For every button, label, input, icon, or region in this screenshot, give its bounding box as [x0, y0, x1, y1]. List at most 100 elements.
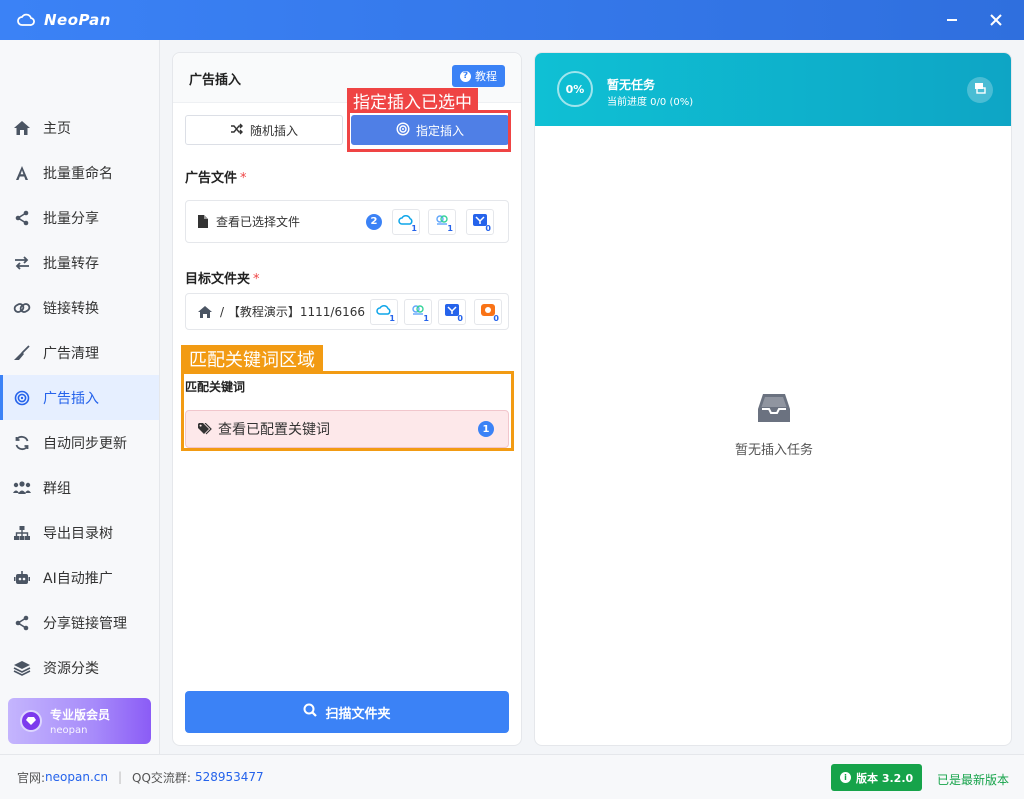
ad-file-text: 查看已选择文件 — [216, 215, 301, 229]
share-icon — [12, 208, 32, 228]
cloud-drive-c-button[interactable]: 0 — [466, 208, 494, 235]
sidebar-item-auto-sync[interactable]: 自动同步更新 — [0, 420, 159, 465]
target-icon — [12, 388, 32, 408]
sidebar-item-ad-clean[interactable]: 广告清理 — [0, 330, 159, 375]
eraser-icon — [974, 82, 986, 98]
cloud-drive-d-button[interactable]: 0 — [474, 298, 502, 325]
cloud-drive-a-button[interactable]: 1 — [392, 208, 420, 235]
sidebar-item-share-manage[interactable]: 分享链接管理 — [0, 600, 159, 645]
footer-divider: | — [117, 770, 123, 784]
task-progress-text: 当前进度 0/0 (0%) — [607, 97, 694, 108]
sidebar-item-ai-promo[interactable]: AI自动推广 — [0, 555, 159, 600]
sidebar-item-label: 自动同步更新 — [43, 435, 127, 452]
sidebar-item-label: AI自动推广 — [43, 570, 113, 587]
cloud-logo-icon — [16, 10, 36, 30]
cloud-count: 0 — [493, 313, 499, 323]
ad-file-label: 广告文件 * — [185, 167, 247, 186]
sidebar-item-batch-rename[interactable]: 批量重命名 — [0, 150, 159, 195]
sidebar-item-ad-insert[interactable]: 广告插入 — [0, 375, 159, 420]
ad-file-label-text: 广告文件 — [185, 171, 238, 186]
target-folder-path: / 【教程演示】1111/6166 — [220, 305, 365, 319]
cloud-drive-b-button[interactable]: 1 — [404, 298, 432, 325]
sidebar-item-link-convert[interactable]: 链接转换 — [0, 285, 159, 330]
cloud-count: 0 — [457, 313, 463, 323]
tutorial-button[interactable]: ? 教程 — [452, 65, 505, 87]
sidebar-item-label: 批量重命名 — [43, 165, 113, 182]
annotation-keyword-area: 匹配关键词区域 — [181, 345, 323, 372]
home-icon — [198, 305, 214, 319]
sitemap-icon — [12, 523, 32, 543]
version-badge[interactable]: i 版本 3.2.0 — [831, 764, 923, 791]
annotation-orange-box — [181, 371, 514, 451]
task-header: 0% 暂无任务 当前进度 0/0 (0%) — [535, 53, 1011, 126]
required-mark: * — [253, 272, 260, 287]
font-icon — [12, 163, 32, 183]
target-folder-label: 目标文件夹 * — [185, 268, 260, 287]
tutorial-label: 教程 — [475, 70, 497, 83]
ad-file-selector[interactable]: 查看已选择文件 2 1 1 0 — [185, 200, 509, 243]
cloud-drive-c-button[interactable]: 0 — [438, 298, 466, 325]
app-title: NeoPan — [44, 11, 111, 29]
inbox-icon — [757, 393, 791, 427]
sidebar-item-label: 广告插入 — [43, 390, 99, 407]
qq-link[interactable]: 528953477 — [195, 770, 264, 784]
target-folder-selector[interactable]: / 【教程演示】1111/6166 1 1 0 0 — [185, 293, 509, 330]
annotation-red-box — [347, 110, 511, 152]
footer: 官网: neopan.cn | QQ交流群: 528953477 i 版本 3.… — [0, 754, 1024, 799]
annotation-fixed-selected: 指定插入已选中 — [347, 88, 478, 113]
clear-tasks-button[interactable] — [967, 77, 993, 103]
required-mark: * — [240, 171, 247, 186]
sidebar-item-resource-category[interactable]: 资源分类 — [0, 645, 159, 690]
sidebar-item-batch-share[interactable]: 批量分享 — [0, 195, 159, 240]
cloud-drive-b-button[interactable]: 1 — [428, 208, 456, 235]
scan-folder-button[interactable]: 扫描文件夹 — [185, 691, 509, 733]
target-folder-label-text: 目标文件夹 — [185, 272, 251, 287]
close-icon[interactable] — [986, 10, 1006, 30]
shuffle-icon — [230, 123, 244, 138]
site-link[interactable]: neopan.cn — [45, 770, 108, 784]
ad-file-count-badge: 2 — [366, 213, 382, 230]
pro-title: 专业版会员 — [50, 708, 111, 722]
layers-icon — [12, 658, 32, 678]
share-icon — [12, 613, 32, 633]
random-insert-label: 随机插入 — [249, 123, 298, 138]
sidebar-item-label: 分享链接管理 — [43, 615, 127, 632]
robot-icon — [12, 568, 32, 588]
minimize-icon[interactable] — [942, 10, 962, 30]
sidebar-item-label: 批量分享 — [43, 210, 99, 227]
cloud-drive-a-button[interactable]: 1 — [370, 298, 398, 325]
task-panel: 0% 暂无任务 当前进度 0/0 (0%) 暂无插入任务 — [534, 52, 1012, 746]
sidebar-item-home[interactable]: 主页 — [0, 105, 159, 150]
sidebar-item-groups[interactable]: 群组 — [0, 465, 159, 510]
file-icon — [198, 215, 210, 229]
sync-icon — [12, 433, 32, 453]
cloud-count: 1 — [447, 223, 453, 233]
sidebar-item-label: 批量转存 — [43, 255, 99, 272]
cloud-count: 0 — [485, 223, 491, 233]
empty-text: 暂无插入任务 — [734, 443, 813, 458]
pro-user: neopan — [50, 725, 88, 736]
sidebar-item-batch-transfer[interactable]: 批量转存 — [0, 240, 159, 285]
sidebar-item-export-tree[interactable]: 导出目录树 — [0, 510, 159, 555]
cloud-count: 1 — [423, 313, 429, 323]
gem-icon — [20, 710, 42, 732]
transfer-icon — [12, 253, 32, 273]
users-icon — [12, 478, 32, 498]
empty-state: 暂无插入任务 — [535, 393, 1011, 458]
version-label: 版本 3.2.0 — [856, 771, 914, 785]
cloud-count: 1 — [411, 223, 417, 233]
panel-title: 广告插入 — [189, 73, 242, 88]
link-icon — [12, 298, 32, 318]
qq-label: QQ交流群: — [132, 770, 191, 785]
broom-icon — [12, 343, 32, 363]
site-label: 官网: — [17, 770, 46, 785]
task-title: 暂无任务 — [607, 78, 656, 92]
progress-ring: 0% — [557, 71, 593, 107]
sidebar-nav: 主页 批量重命名 批量分享 批量转存 链接转换 广告清理 广告插入 自动同步更新… — [0, 105, 159, 690]
pro-member-card[interactable]: 专业版会员 neopan — [8, 698, 151, 744]
random-insert-button[interactable]: 随机插入 — [185, 115, 343, 145]
scan-folder-label: 扫描文件夹 — [325, 706, 391, 722]
title-bar: NeoPan — [0, 0, 1024, 40]
home-icon — [12, 118, 32, 138]
search-icon — [303, 703, 318, 721]
